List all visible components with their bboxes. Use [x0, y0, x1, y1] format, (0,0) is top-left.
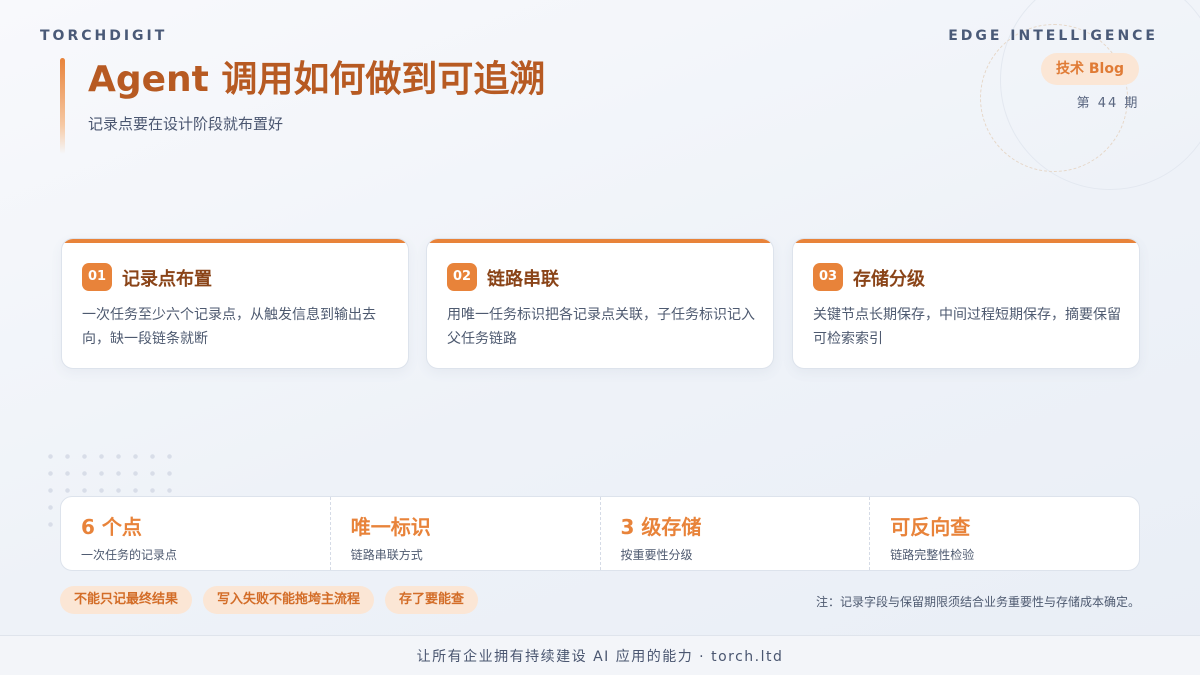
stat-item: 可反向查 链路完整性检验: [870, 497, 1139, 570]
stat-label: 链路串联方式: [350, 548, 423, 562]
card-number-badge: 01: [82, 263, 112, 291]
footnote: 注：记录字段与保留期限须结合业务重要性与存储成本确定。: [815, 595, 1140, 609]
feature-card-1: 01 记录点布置 一次任务至少六个记录点，从触发信息到输出去向，缺一段链条就断: [61, 238, 409, 369]
card-number-badge: 02: [447, 263, 477, 291]
page-title: Agent 调用如何做到可追溯: [88, 59, 546, 100]
blog-tag-pill: 技术 Blog: [1041, 53, 1139, 85]
feature-card-3: 03 存储分级 关键节点长期保存，中间过程短期保存，摘要保留可检索索引: [792, 238, 1140, 369]
issue-number: 第 44 期: [1076, 96, 1140, 111]
stat-item: 唯一标识 链路串联方式: [331, 497, 601, 570]
feature-card-2: 02 链路串联 用唯一任务标识把各记录点关联，子任务标识记入父任务链路: [426, 238, 774, 369]
stat-label: 按重要性分级: [620, 548, 693, 562]
stat-item: 3 级存储 按重要性分级: [601, 497, 871, 570]
card-title: 链路串联: [487, 269, 559, 290]
brand-logo-text: TORCHDIGIT: [40, 28, 168, 44]
stat-item: 6 个点 一次任务的记录点: [61, 497, 331, 570]
tag-pill: 存了要能查: [385, 586, 479, 614]
card-title: 存储分级: [853, 269, 925, 290]
tag-pill: 不能只记最终结果: [60, 586, 193, 614]
stat-label: 一次任务的记录点: [81, 548, 178, 562]
stats-bar: 6 个点 一次任务的记录点 唯一标识 链路串联方式 3 级存储 按重要性分级 可…: [60, 496, 1140, 571]
stat-value: 6 个点: [81, 515, 142, 539]
footer-bar: 让所有企业拥有持续建设 AI 应用的能力 · torch.ltd: [0, 635, 1200, 675]
stat-value: 可反向查: [890, 515, 971, 539]
edge-intelligence-label: EDGE INTELLIGENCE: [948, 28, 1158, 44]
card-number-badge: 03: [813, 263, 843, 291]
card-title: 记录点布置: [122, 269, 212, 290]
stat-value: 唯一标识: [350, 515, 431, 539]
page-subtitle: 记录点要在设计阶段就布置好: [88, 115, 284, 133]
card-description: 用唯一任务标识把各记录点关联，子任务标识记入父任务链路: [447, 307, 755, 347]
tag-list: 不能只记最终结果 写入失败不能拖垮主流程 存了要能查: [60, 586, 479, 614]
stat-label: 链路完整性检验: [890, 548, 975, 562]
title-accent-bar: [60, 58, 65, 154]
tag-pill: 写入失败不能拖垮主流程: [203, 586, 375, 614]
card-description: 一次任务至少六个记录点，从触发信息到输出去向，缺一段链条就断: [82, 307, 376, 347]
stat-value: 3 级存储: [620, 515, 702, 539]
card-description: 关键节点长期保存，中间过程短期保存，摘要保留可检索索引: [813, 307, 1121, 347]
